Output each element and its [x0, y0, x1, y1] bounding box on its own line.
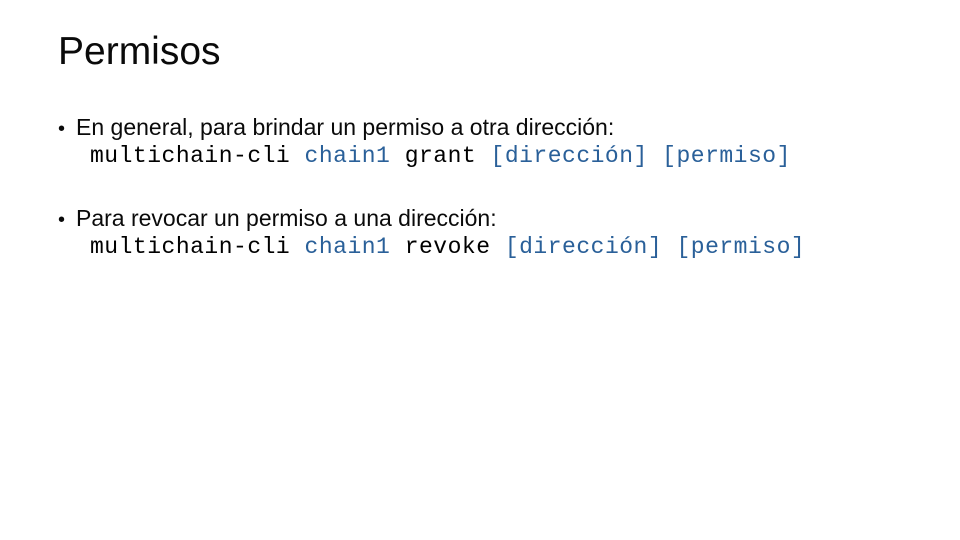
code-token — [390, 143, 404, 169]
code-token — [476, 143, 490, 169]
code-token: [dirección] — [491, 143, 648, 169]
code-token — [290, 143, 304, 169]
code-token — [290, 234, 304, 260]
code-token: multichain-cli — [90, 143, 290, 169]
code-grant: multichain-cli chain1 grant [dirección] … — [90, 143, 902, 169]
bullet-text: En general, para brindar un permiso a ot… — [76, 114, 614, 141]
code-token: chain1 — [305, 143, 391, 169]
code-token — [390, 234, 404, 260]
code-token — [662, 234, 676, 260]
code-token: [permiso] — [676, 234, 805, 260]
code-token: [dirección] — [505, 234, 662, 260]
code-token: grant — [405, 143, 477, 169]
code-token: [permiso] — [662, 143, 791, 169]
code-token — [491, 234, 505, 260]
code-token: multichain-cli — [90, 234, 290, 260]
slide-title: Permisos — [58, 30, 902, 74]
code-revoke: multichain-cli chain1 revoke [dirección]… — [90, 234, 902, 260]
bullet-item: • Para revocar un permiso a una direcció… — [58, 205, 902, 232]
code-token: revoke — [405, 234, 491, 260]
code-token: chain1 — [305, 234, 391, 260]
bullet-dot: • — [58, 118, 76, 141]
bullet-dot: • — [58, 209, 76, 232]
slide: Permisos • En general, para brindar un p… — [0, 0, 960, 540]
bullet-item: • En general, para brindar un permiso a … — [58, 114, 902, 141]
code-token — [648, 143, 662, 169]
bullet-text: Para revocar un permiso a una dirección: — [76, 205, 497, 232]
